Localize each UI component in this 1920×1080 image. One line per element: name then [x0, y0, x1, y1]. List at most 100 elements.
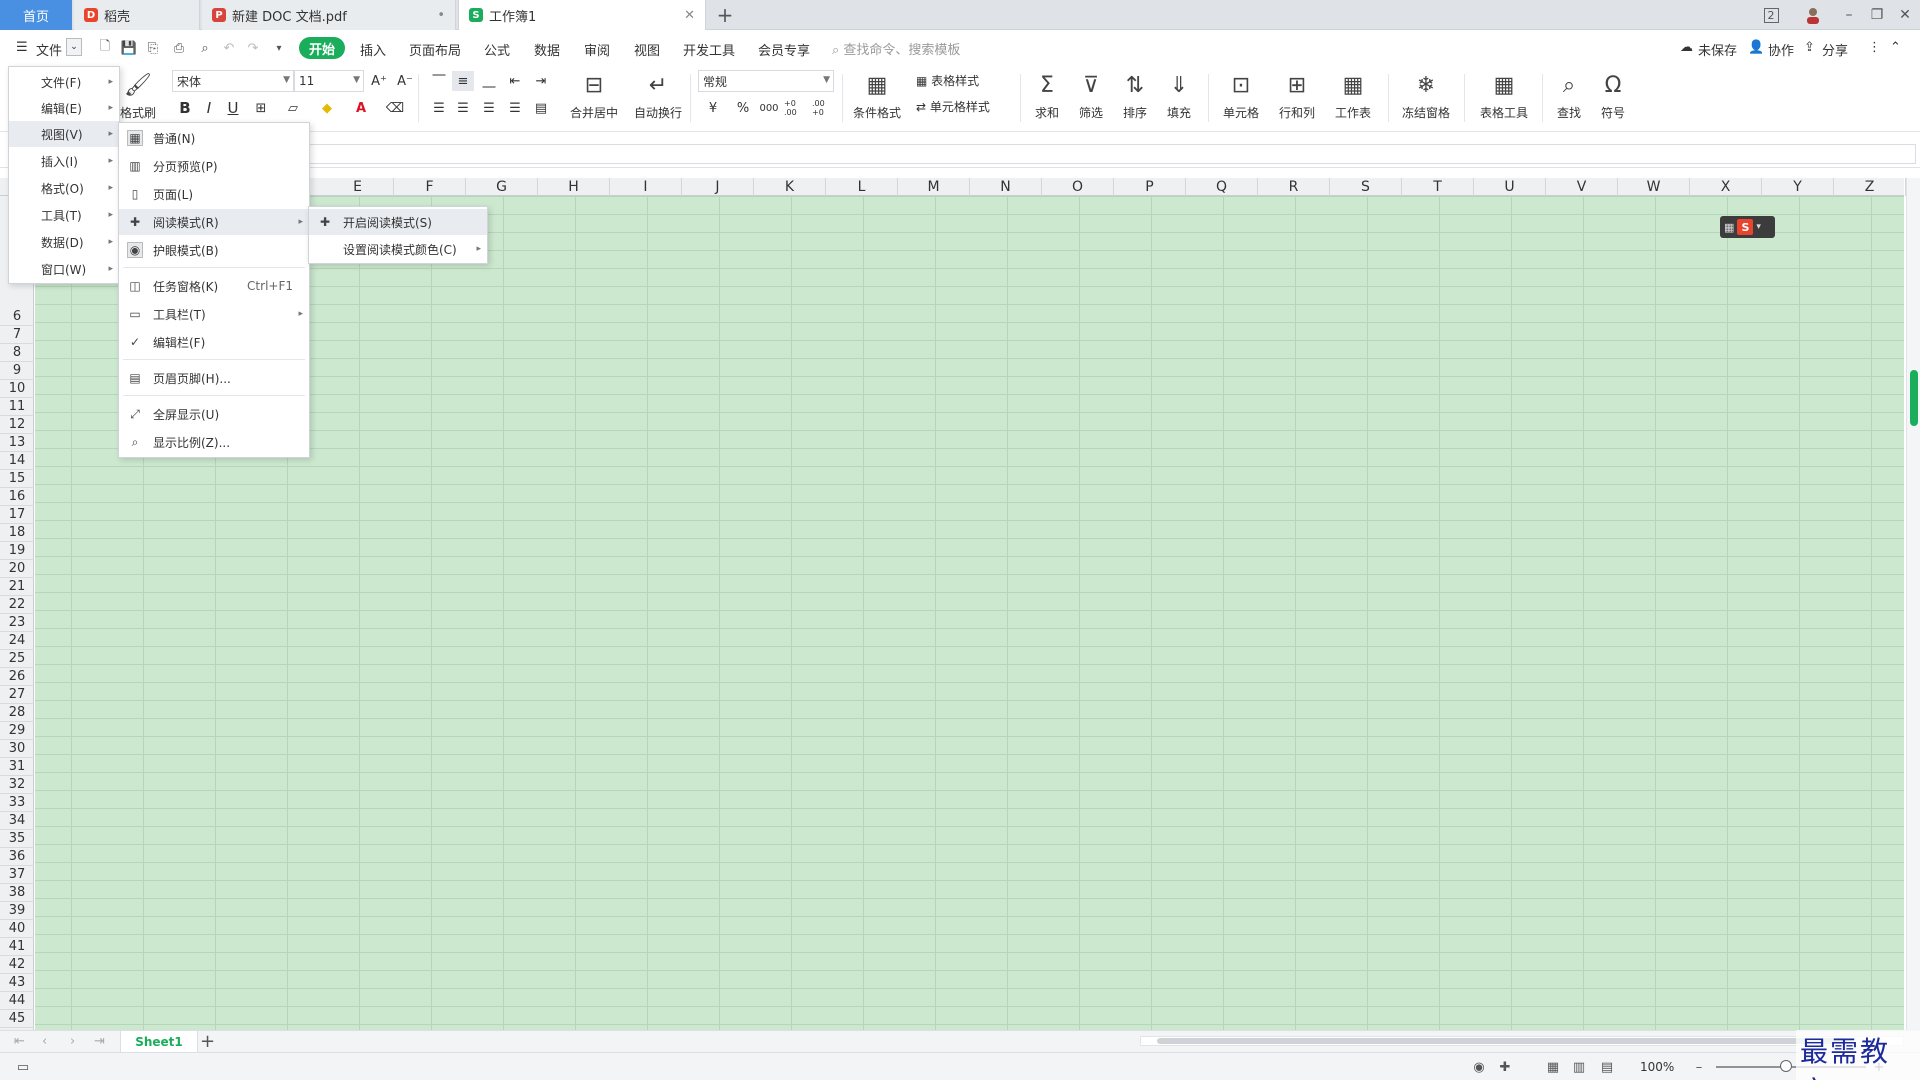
sum-button[interactable]: Σ 求和 — [1030, 70, 1064, 128]
column-header[interactable]: M — [898, 178, 970, 196]
column-header[interactable]: Z — [1834, 178, 1906, 196]
print-preview-icon[interactable]: ⌕ — [196, 40, 214, 56]
row-header[interactable]: 20 — [0, 560, 34, 578]
column-header[interactable]: F — [394, 178, 466, 196]
vertical-scrollbar[interactable] — [1906, 178, 1920, 1030]
menu-item-file[interactable]: 文件(F) ▸ — [9, 69, 119, 95]
row-header[interactable]: 7 — [0, 326, 34, 344]
align-right-icon[interactable]: ☰ — [478, 98, 500, 118]
row-header[interactable]: 30 — [0, 740, 34, 758]
menu-item-data[interactable]: 数据(D) ▸ — [9, 229, 119, 255]
view-item-toolbar[interactable]: ▭ 工具栏(T) ▸ — [119, 301, 309, 327]
row-header[interactable]: 22 — [0, 596, 34, 614]
italic-button[interactable]: I — [198, 98, 220, 118]
column-header[interactable]: O — [1042, 178, 1114, 196]
decrease-font-icon[interactable]: A⁻ — [394, 71, 416, 91]
column-header[interactable]: N — [970, 178, 1042, 196]
row-header[interactable]: 21 — [0, 578, 34, 596]
tab-insert[interactable]: 插入 — [360, 40, 386, 59]
row-header[interactable]: 25 — [0, 650, 34, 668]
column-header[interactable]: V — [1546, 178, 1618, 196]
menu-item-view[interactable]: 视图(V) ▸ — [9, 121, 119, 147]
floating-toolbar[interactable]: ▦ S ▾ — [1720, 216, 1775, 238]
formula-input[interactable] — [300, 144, 1916, 164]
row-header[interactable]: 39 — [0, 902, 34, 920]
column-header[interactable]: H — [538, 178, 610, 196]
more-icon[interactable]: ⋮ — [1868, 40, 1881, 55]
merge-center-button[interactable]: ⊟ 合并居中 — [564, 70, 624, 128]
font-name-select[interactable]: 宋体 ▼ — [172, 70, 294, 92]
row-header[interactable]: 45 — [0, 1010, 34, 1028]
freeze-panes-button[interactable]: ❄ 冻结窗格 — [1396, 70, 1456, 128]
conditional-format-button[interactable]: ▦ 条件格式 — [848, 70, 906, 128]
window-count-icon[interactable]: 2 — [1758, 4, 1784, 26]
zoom-level[interactable]: 100% — [1640, 1060, 1674, 1074]
tab-home[interactable]: 首页 — [0, 0, 72, 30]
distribute-icon[interactable]: ▤ — [530, 98, 552, 118]
last-sheet-icon[interactable]: ⇥ — [94, 1034, 105, 1049]
row-header[interactable]: 36 — [0, 848, 34, 866]
collab-button[interactable]: 协作 — [1768, 40, 1794, 59]
row-col-button[interactable]: ⊞ 行和列 — [1274, 70, 1320, 128]
minimize-button[interactable]: – — [1836, 4, 1862, 26]
page-break-icon[interactable]: ▥ — [1570, 1059, 1588, 1075]
print-icon[interactable]: ⎙ — [170, 40, 188, 56]
view-item-page-break[interactable]: ▥ 分页预览(P) — [119, 153, 309, 179]
first-sheet-icon[interactable]: ⇤ — [14, 1034, 25, 1049]
row-header[interactable]: 38 — [0, 884, 34, 902]
save-icon[interactable]: 💾 — [120, 40, 138, 56]
file-menu-dropdown-icon[interactable]: ⌄ — [66, 38, 82, 56]
tab-workbook-close-icon[interactable]: ✕ — [684, 8, 695, 23]
row-header[interactable]: 31 — [0, 758, 34, 776]
thousands-button[interactable]: 000 — [758, 98, 780, 118]
row-header[interactable]: 14 — [0, 452, 34, 470]
fill-button[interactable]: ⇓ 填充 — [1162, 70, 1196, 128]
row-header[interactable]: 33 — [0, 794, 34, 812]
cell-style-button[interactable]: ⇄ 单元格样式 — [916, 98, 990, 115]
redo-icon[interactable]: ↷ — [244, 40, 262, 56]
tab-member[interactable]: 会员专享 — [758, 40, 810, 59]
macro-icon[interactable]: ▭ — [14, 1059, 32, 1075]
currency-button[interactable]: ¥ — [702, 98, 724, 118]
view-item-reading-mode[interactable]: ✚ 阅读模式(R) ▸ — [119, 209, 309, 235]
tab-developer[interactable]: 开发工具 — [683, 40, 735, 59]
zoom-slider-handle[interactable] — [1780, 1060, 1792, 1072]
row-header[interactable]: 15 — [0, 470, 34, 488]
column-header[interactable]: Q — [1186, 178, 1258, 196]
column-header[interactable]: P — [1114, 178, 1186, 196]
view-item-eye-care[interactable]: ◉ 护眼模式(B) — [119, 237, 309, 263]
column-header[interactable]: U — [1474, 178, 1546, 196]
row-header[interactable]: 32 — [0, 776, 34, 794]
auto-wrap-button[interactable]: ↵ 自动换行 — [632, 70, 684, 128]
tab-daoke[interactable]: D 稻壳 — [74, 0, 200, 30]
column-header[interactable]: J — [682, 178, 754, 196]
tab-pdf-close-icon[interactable]: • — [437, 8, 445, 23]
percent-button[interactable]: % — [732, 98, 754, 118]
row-header[interactable]: 12 — [0, 416, 34, 434]
underline-button[interactable]: U — [222, 98, 244, 118]
close-window-button[interactable]: ✕ — [1892, 4, 1918, 26]
unsaved-button[interactable]: 未保存 — [1698, 40, 1737, 59]
next-sheet-icon[interactable]: › — [70, 1034, 75, 1049]
filter-button[interactable]: ⊽ 筛选 — [1074, 70, 1108, 128]
row-header[interactable]: 42 — [0, 956, 34, 974]
font-color-icon[interactable]: A — [350, 98, 372, 118]
view-item-task-pane[interactable]: ◫ 任务窗格(K) Ctrl+F1 — [119, 273, 309, 299]
cell-area[interactable] — [35, 196, 1904, 1030]
number-format-select[interactable]: 常规 ▼ — [698, 70, 834, 92]
cell-button[interactable]: ⊡ 单元格 — [1218, 70, 1264, 128]
cell-shape-icon[interactable]: ▱ — [282, 98, 304, 118]
row-header[interactable]: 23 — [0, 614, 34, 632]
chevron-down-icon[interactable]: ▾ — [1756, 222, 1761, 232]
command-search[interactable]: ⌕ 查找命令、搜索模板 — [832, 39, 960, 58]
restore-button[interactable]: ❐ — [1864, 4, 1890, 26]
collapse-ribbon-icon[interactable]: ⌃ — [1890, 40, 1901, 55]
bold-button[interactable]: B — [174, 98, 196, 118]
align-middle-icon[interactable]: ≡ — [452, 71, 474, 91]
view-item-header-footer[interactable]: ▤ 页眉页脚(H)... — [119, 365, 309, 391]
tab-start[interactable]: 开始 — [299, 37, 345, 59]
row-header[interactable]: 27 — [0, 686, 34, 704]
hamburger-icon[interactable]: ☰ — [16, 40, 28, 55]
tab-pdf[interactable]: P 新建 DOC 文档.pdf • — [202, 0, 456, 30]
find-button[interactable]: ⌕ 查找 — [1552, 70, 1586, 128]
